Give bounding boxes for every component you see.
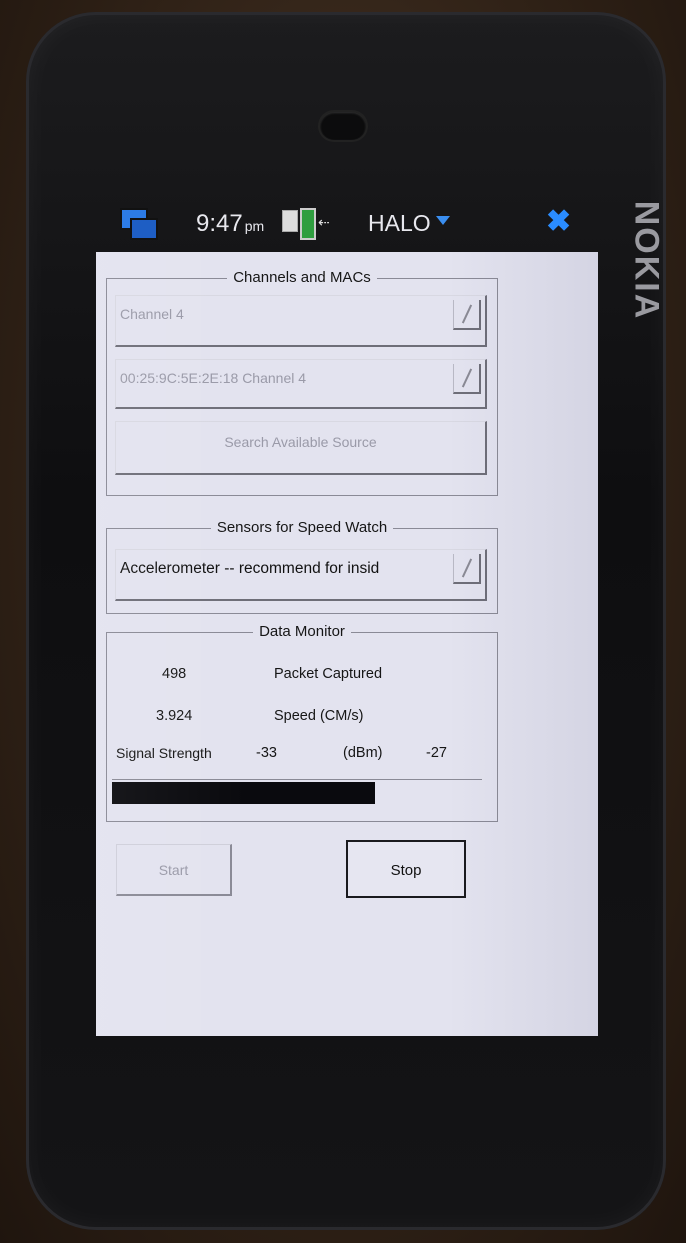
- app-screen: Channels and MACs Channel 4 00:25:9C:5E:…: [96, 252, 598, 1036]
- usb-icon: ⇠: [318, 214, 330, 230]
- dropdown-arrow-icon[interactable]: [453, 300, 481, 330]
- start-label: Start: [158, 862, 189, 878]
- clock-time: 9:47: [196, 210, 243, 237]
- close-icon[interactable]: ✖: [546, 204, 571, 239]
- source-select-value: 00:25:9C:5E:2E:18 Channel 4: [120, 370, 307, 386]
- dropdown-arrow-icon[interactable]: [453, 554, 481, 584]
- earpiece-speaker: [320, 112, 366, 140]
- stop-label: Stop: [390, 862, 422, 879]
- channel-select[interactable]: Channel 4: [115, 295, 487, 347]
- signal-unit: (dBm): [343, 745, 383, 761]
- speed-label: Speed (CM/s): [274, 708, 364, 724]
- clock[interactable]: 9:47 pm: [196, 210, 264, 238]
- clock-ampm: pm: [244, 218, 265, 234]
- search-source-label: Search Available Source: [224, 434, 377, 450]
- channels-legend: Channels and MACs: [227, 269, 377, 286]
- status-bar: 9:47 pm ⇠ HALO ✖: [96, 196, 598, 252]
- stop-button[interactable]: Stop: [346, 840, 466, 898]
- data-monitor-legend: Data Monitor: [253, 623, 351, 640]
- battery-icon: [300, 208, 316, 240]
- packets-label: Packet Captured: [274, 666, 383, 682]
- dropdown-arrow-icon[interactable]: [453, 364, 481, 394]
- search-source-button[interactable]: Search Available Source: [115, 421, 487, 475]
- sim-icon: [282, 210, 298, 232]
- signal-strength-label: Signal Strength: [116, 745, 212, 761]
- signal-strength-value: -33: [256, 745, 277, 761]
- chevron-down-icon[interactable]: [436, 216, 450, 225]
- task-switcher-icon[interactable]: [120, 208, 158, 240]
- packets-value: 498: [162, 666, 187, 682]
- channels-group: Channels and MACs Channel 4 00:25:9C:5E:…: [106, 269, 498, 496]
- source-select[interactable]: 00:25:9C:5E:2E:18 Channel 4: [115, 359, 487, 409]
- sensors-group: Sensors for Speed Watch Accelerometer --…: [106, 519, 498, 614]
- brand-logo: NOKIA: [627, 200, 666, 320]
- sensor-select[interactable]: Accelerometer -- recommend for insid: [115, 549, 487, 601]
- app-title[interactable]: HALO: [368, 210, 431, 237]
- signal-strength-bar: [112, 779, 482, 804]
- channel-select-value: Channel 4: [120, 306, 184, 322]
- signal-strength-fill: [112, 782, 375, 804]
- signal-max-value: -27: [426, 745, 447, 761]
- start-button[interactable]: Start: [116, 844, 232, 896]
- speed-value: 3.924: [156, 708, 193, 724]
- sensors-legend: Sensors for Speed Watch: [210, 519, 394, 536]
- sensor-select-value: Accelerometer -- recommend for insid: [120, 560, 380, 577]
